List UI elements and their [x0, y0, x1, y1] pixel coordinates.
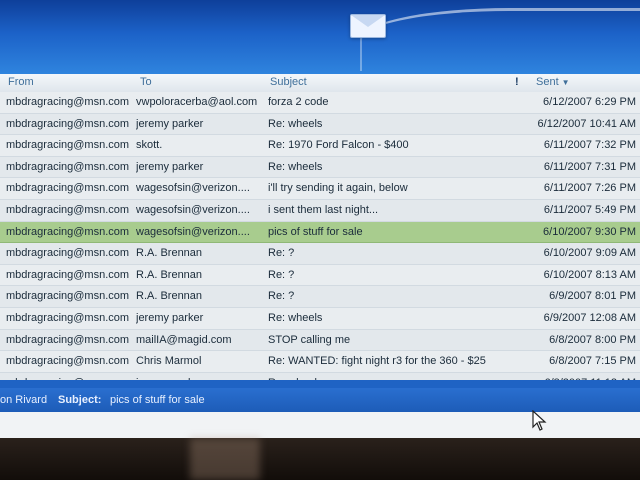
message-to: wagesofsin@verizon....	[136, 225, 250, 238]
message-row[interactable]: mbdragracing@msn.com Chris Marmol Re: WANT…	[0, 351, 640, 373]
message-row[interactable]: mbdragracing@msn.com R.A. Brennan Re: ? 6/1…	[0, 264, 640, 287]
message-to: jeremy parker	[136, 160, 204, 173]
message-list: mbdragracing@msn.com vwpoloracerba@aol.co…	[0, 92, 640, 395]
message-sent-date: 6/12/2007 10:41 AM	[537, 117, 636, 130]
message-from: mbdragracing@msn.com	[6, 247, 130, 260]
message-from: mbdragracing@msn.com	[6, 96, 130, 108]
message-subject: Re: wheels	[268, 117, 323, 130]
message-row[interactable]: mbdragracing@msn.com jeremy parker Re: whe…	[0, 156, 640, 179]
message-sent-date: 6/12/2007 6:29 PM	[543, 96, 636, 108]
message-to: jeremy parker	[136, 311, 204, 324]
message-from: mbdragracing@msn.com	[6, 225, 130, 238]
message-row[interactable]: mbdragracing@msn.com mailIA@magid.com STOP…	[0, 329, 640, 352]
message-sent-date: 6/10/2007 9:09 AM	[543, 247, 636, 260]
message-subject: STOP calling me	[268, 333, 351, 346]
envelope-icon	[350, 14, 386, 38]
message-row[interactable]: mbdragracing@msn.com jeremy parker Re: whe…	[0, 113, 640, 136]
message-subject: i'll try sending it again, below	[268, 182, 408, 195]
message-to: skott.	[136, 139, 163, 152]
column-header-to[interactable]: To	[140, 76, 152, 88]
message-to: wagesofsin@verizon....	[136, 203, 250, 216]
message-subject: pics of stuff for sale	[268, 225, 363, 238]
column-header-subject[interactable]: Subject	[270, 76, 307, 88]
message-row[interactable]: mbdragracing@msn.com wagesofsin@verizon..…	[0, 221, 640, 244]
email-client-window: From To Subject ! Sent ▼ mbdragracing@msn…	[0, 0, 640, 438]
message-sent-date: 6/9/2007 12:08 AM	[543, 311, 636, 324]
message-row[interactable]: mbdragracing@msn.com skott. Re: 1970 Ford …	[0, 135, 640, 157]
message-subject: Re: WANTED: fight night r3 for the 360 -…	[268, 355, 486, 368]
message-from: mbdragracing@msn.com	[6, 117, 130, 130]
message-to: jeremy parker	[136, 117, 204, 130]
message-row[interactable]: mbdragracing@msn.com wagesofsin@verizon..…	[0, 178, 640, 200]
mouse-cursor-icon	[532, 410, 547, 431]
preview-subject-value: pics of stuff for sale	[110, 394, 205, 406]
message-sent-date: 6/10/2007 9:30 PM	[543, 225, 636, 238]
message-to: R.A. Brennan	[136, 247, 203, 260]
message-from: mbdragracing@msn.com	[6, 139, 130, 152]
message-sent-date: 6/11/2007 5:49 PM	[543, 203, 636, 216]
message-subject: Re: wheels	[268, 311, 323, 324]
column-header-importance[interactable]: !	[515, 76, 519, 88]
monitor-bezel	[0, 438, 640, 480]
status-bar	[0, 380, 640, 388]
message-sent-date: 6/11/2007 7:32 PM	[543, 139, 636, 152]
message-from: mbdragracing@msn.com	[6, 333, 130, 346]
message-list-header: From To Subject ! Sent ▼	[0, 74, 640, 93]
message-row[interactable]: mbdragracing@msn.com R.A. Brennan Re: ? 6/9…	[0, 286, 640, 308]
message-to: mailIA@magid.com	[136, 333, 232, 346]
message-from: mbdragracing@msn.com	[6, 311, 130, 324]
message-sent-date: 6/8/2007 7:15 PM	[549, 355, 636, 368]
message-subject: i sent them last night...	[268, 203, 379, 216]
message-to: R.A. Brennan	[136, 290, 203, 303]
message-subject: Re: 1970 Ford Falcon - $400	[268, 139, 409, 152]
message-to: Chris Marmol	[136, 355, 202, 368]
banner-swoosh	[360, 8, 640, 71]
message-to: vwpoloracerba@aol.com	[136, 96, 258, 108]
message-from: mbdragracing@msn.com	[6, 355, 130, 368]
message-subject: Re: ?	[268, 268, 295, 281]
bezel-glare	[190, 438, 260, 480]
message-row[interactable]: mbdragracing@msn.com R.A. Brennan Re: ? 6/1…	[0, 243, 640, 265]
message-subject: Re: ?	[268, 290, 295, 303]
top-banner	[0, 0, 640, 74]
message-to: wagesofsin@verizon....	[136, 182, 250, 195]
message-sent-date: 6/9/2007 8:01 PM	[549, 290, 636, 303]
message-subject: Re: wheels	[268, 160, 323, 173]
message-subject: Re: ?	[268, 247, 295, 260]
message-from: mbdragracing@msn.com	[6, 203, 130, 216]
sort-descending-icon: ▼	[561, 78, 570, 87]
message-row[interactable]: mbdragracing@msn.com jeremy parker Re: whe…	[0, 307, 640, 330]
column-header-from[interactable]: From	[8, 76, 34, 88]
message-row[interactable]: mbdragracing@msn.com vwpoloracerba@aol.co…	[0, 92, 640, 114]
preview-header: on Rivard Subject: pics of stuff for sal…	[0, 388, 640, 412]
message-from: mbdragracing@msn.com	[6, 268, 130, 281]
message-from: mbdragracing@msn.com	[6, 160, 130, 173]
message-sent-date: 6/11/2007 7:31 PM	[543, 160, 636, 173]
message-to: R.A. Brennan	[136, 268, 203, 281]
message-subject: forza 2 code	[268, 96, 329, 108]
preview-sender-name: on Rivard	[0, 394, 48, 406]
column-header-sent-label: Sent	[536, 76, 559, 88]
message-sent-date: 6/10/2007 8:13 AM	[543, 268, 636, 281]
message-from: mbdragracing@msn.com	[6, 290, 130, 303]
preview-subject-label: Subject:	[58, 394, 102, 406]
message-row[interactable]: mbdragracing@msn.com wagesofsin@verizon..…	[0, 199, 640, 222]
message-sent-date: 6/11/2007 7:26 PM	[543, 182, 636, 195]
message-sent-date: 6/8/2007 8:00 PM	[549, 333, 636, 346]
message-from: mbdragracing@msn.com	[6, 182, 130, 195]
column-header-sent[interactable]: Sent ▼	[536, 76, 570, 88]
